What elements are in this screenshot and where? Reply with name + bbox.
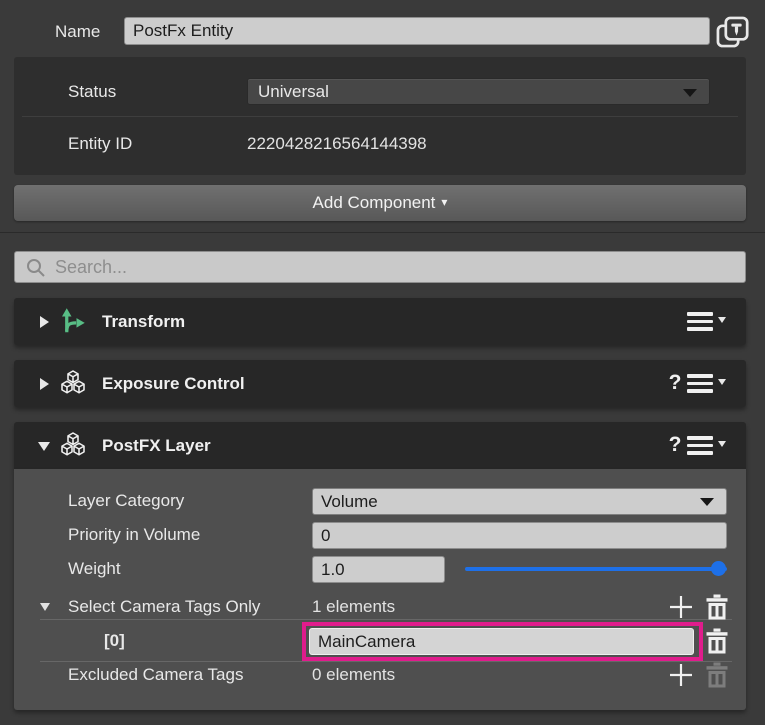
chevron-down-icon[interactable] [38, 442, 50, 451]
highlight-outline [302, 622, 703, 661]
row-divider [40, 661, 732, 662]
priority-in-volume-input[interactable] [312, 522, 727, 549]
weight-label: Weight [68, 559, 121, 579]
help-icon[interactable]: ? [662, 371, 688, 395]
layer-category-dropdown[interactable]: Volume [312, 488, 727, 515]
status-dropdown[interactable]: Universal [247, 78, 710, 105]
section-header-postfx-layer[interactable]: PostFX Layer ? [14, 422, 746, 469]
search-box [14, 251, 746, 283]
pin-inspector-button[interactable] [714, 14, 750, 50]
help-icon[interactable]: ? [662, 433, 688, 457]
chevron-down-icon [718, 379, 726, 385]
remove-element-button[interactable] [704, 627, 730, 655]
section-divider [0, 232, 765, 233]
add-component-label: Add Component [313, 193, 436, 212]
entity-name-input[interactable] [124, 17, 710, 45]
chevron-down-icon[interactable] [40, 603, 50, 611]
layer-category-label: Layer Category [68, 491, 184, 511]
section-header-transform[interactable]: Transform [14, 298, 746, 345]
context-menu-button[interactable] [687, 436, 729, 456]
entity-info-panel: Status Universal Entity ID 2220428216564… [14, 57, 746, 175]
entity-inspector-panel: Name Status Universal Entity ID 22204282… [0, 0, 765, 725]
trash-icon [704, 593, 730, 621]
chevron-down-icon [700, 498, 714, 506]
trash-icon [704, 661, 730, 689]
search-input[interactable] [53, 254, 733, 280]
plus-icon [669, 663, 693, 687]
chevron-down-icon: ▾ [441, 195, 447, 209]
postfx-layer-body: Layer Category Volume Priority in Volume… [14, 469, 746, 710]
chevron-down-icon [718, 317, 726, 323]
component-cubes-icon [58, 430, 88, 460]
chevron-down-icon [683, 89, 697, 97]
entity-id-value: 2220428216564144398 [247, 134, 427, 154]
section-title: Exposure Control [102, 373, 245, 394]
add-element-button[interactable] [669, 663, 693, 687]
hamburger-icon [687, 374, 713, 378]
name-label: Name [55, 22, 100, 42]
camera-tag-input[interactable] [309, 628, 694, 655]
excluded-camera-tags-count: 0 elements [312, 665, 395, 685]
context-menu-button[interactable] [687, 374, 729, 394]
search-icon [25, 257, 47, 279]
add-component-button[interactable]: Add Component ▾ [14, 185, 746, 221]
context-menu-button[interactable] [687, 312, 729, 332]
transform-icon [58, 306, 88, 336]
section-header-exposure-control[interactable]: Exposure Control ? [14, 360, 746, 407]
chevron-down-icon [718, 441, 726, 447]
add-element-button[interactable] [669, 595, 693, 619]
section-title: PostFX Layer [102, 435, 211, 456]
clear-elements-button-disabled [704, 661, 730, 689]
entity-id-label: Entity ID [68, 134, 132, 154]
layer-category-value: Volume [321, 492, 378, 511]
chevron-right-icon[interactable] [40, 378, 49, 390]
weight-slider-handle[interactable] [711, 561, 726, 576]
select-camera-tags-label: Select Camera Tags Only [68, 597, 260, 617]
priority-in-volume-label: Priority in Volume [68, 525, 200, 545]
row-divider [40, 619, 732, 620]
trash-icon [704, 627, 730, 655]
chevron-right-icon[interactable] [40, 316, 49, 328]
status-label: Status [68, 82, 116, 102]
weight-input[interactable] [312, 556, 445, 583]
pin-icon [714, 14, 750, 50]
excluded-camera-tags-label: Excluded Camera Tags [68, 665, 243, 685]
clear-elements-button[interactable] [704, 593, 730, 621]
row-divider [22, 116, 738, 117]
weight-slider-track[interactable] [465, 567, 727, 571]
section-title: Transform [102, 311, 185, 332]
status-dropdown-value: Universal [258, 82, 329, 101]
element-0-label: [0] [104, 631, 125, 651]
hamburger-icon [687, 436, 713, 440]
select-camera-tags-count: 1 elements [312, 597, 395, 617]
hamburger-icon [687, 312, 713, 316]
plus-icon [669, 595, 693, 619]
component-cubes-icon [58, 368, 88, 398]
